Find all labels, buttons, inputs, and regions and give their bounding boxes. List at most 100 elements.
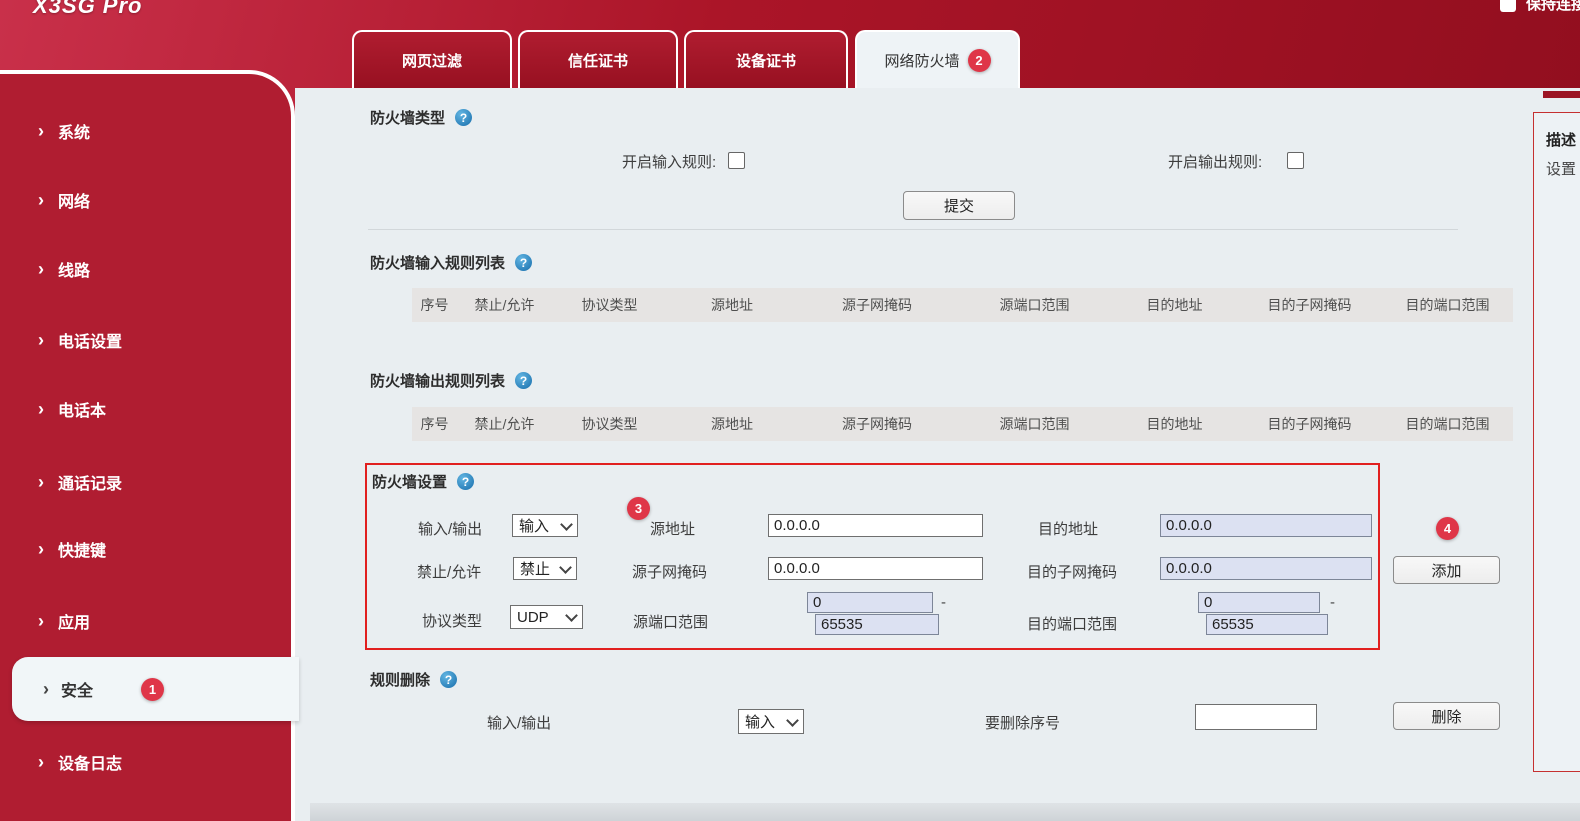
chevron-down-icon	[560, 518, 573, 531]
sidebar-item-call-log[interactable]: ›通话记录	[38, 470, 122, 494]
description-body: 设置	[1546, 158, 1580, 179]
chevron-right-icon: ›	[43, 682, 49, 696]
chevron-down-icon	[786, 714, 799, 727]
tab-device-cert[interactable]: 设备证书	[684, 30, 848, 88]
sidebar-item-label: 系统	[58, 119, 90, 143]
sidebar-item-label: 快捷键	[58, 537, 106, 561]
chevron-down-icon	[565, 609, 578, 622]
column-header: 禁止/允许	[457, 295, 552, 315]
section-firewall-type: 防火墙类型 ?	[370, 107, 472, 128]
enable-input-rules-checkbox[interactable]	[728, 152, 745, 169]
column-header: 目的地址	[1112, 414, 1237, 434]
sidebar-item-phonebook[interactable]: ›电话本	[38, 397, 106, 421]
column-header: 协议类型	[552, 295, 667, 315]
dst-mask-input[interactable]	[1160, 557, 1372, 580]
sidebar-item-phone-settings[interactable]: ›电话设置	[38, 328, 122, 352]
dst-port-start-input[interactable]	[1198, 592, 1320, 613]
delete-io-select[interactable]: 输入	[738, 709, 804, 734]
help-icon[interactable]: ?	[457, 473, 474, 490]
select-value: 禁止	[520, 558, 550, 579]
step-badge-4: 4	[1436, 517, 1459, 540]
tab-label: 信任证书	[568, 50, 628, 71]
column-header: 目的地址	[1112, 295, 1237, 315]
sidebar-item-label: 安全	[61, 677, 93, 701]
chevron-right-icon: ›	[38, 193, 44, 207]
chevron-down-icon	[559, 561, 572, 574]
side-panel-top-bar	[1543, 91, 1580, 98]
step-badge-3: 3	[627, 497, 650, 520]
brand-logo: X3SG Pro	[33, 0, 142, 19]
sidebar-item-label: 设备日志	[58, 750, 122, 774]
dst-address-input[interactable]	[1160, 514, 1372, 537]
section-title: 防火墙类型	[370, 107, 445, 128]
select-value: UDP	[517, 609, 549, 626]
section-title: 防火墙输入规则列表	[370, 252, 505, 273]
section-input-rules: 防火墙输入规则列表 ?	[370, 252, 532, 273]
step-badge-1: 1	[141, 678, 164, 701]
column-header: 目的端口范围	[1382, 295, 1513, 315]
help-icon[interactable]: ?	[455, 109, 472, 126]
column-header: 源地址	[667, 414, 797, 434]
src-mask-label: 源子网掩码	[632, 561, 707, 582]
column-header: 源地址	[667, 295, 797, 315]
keep-online-checkbox[interactable]	[1500, 0, 1516, 12]
sidebar-item-network[interactable]: › 网络	[38, 188, 90, 212]
chevron-right-icon: ›	[38, 124, 44, 138]
sidebar-item-system[interactable]: › 系统	[38, 119, 90, 143]
help-icon[interactable]: ?	[515, 372, 532, 389]
tab-label: 设备证书	[736, 50, 796, 71]
keep-online-control: 保持连接	[1500, 0, 1580, 14]
section-rule-delete: 规则删除 ?	[370, 669, 457, 690]
enable-output-rules-checkbox[interactable]	[1287, 152, 1304, 169]
delete-seq-input[interactable]	[1195, 704, 1317, 730]
chevron-right-icon: ›	[38, 402, 44, 416]
dst-port-end-input[interactable]	[1206, 614, 1328, 635]
protocol-label: 协议类型	[422, 610, 482, 631]
help-icon[interactable]: ?	[440, 671, 457, 688]
sidebar-item-security[interactable]: › 安全 1	[12, 657, 299, 721]
dst-address-label: 目的地址	[1038, 518, 1098, 539]
deny-permit-select[interactable]: 禁止	[513, 557, 577, 580]
submit-button[interactable]: 提交	[903, 191, 1015, 220]
column-header: 协议类型	[552, 414, 667, 434]
chevron-right-icon: ›	[38, 475, 44, 489]
section-title: 规则删除	[370, 669, 430, 690]
column-header: 源端口范围	[957, 295, 1112, 315]
sidebar-item-label: 网络	[58, 188, 90, 212]
delete-button[interactable]: 删除	[1393, 702, 1500, 730]
deny-permit-label: 禁止/允许	[417, 561, 481, 582]
src-address-label: 源地址	[650, 518, 695, 539]
tab-network-firewall[interactable]: 网络防火墙 2	[855, 30, 1020, 88]
protocol-select[interactable]: UDP	[510, 605, 583, 629]
delete-io-label: 输入/输出	[487, 712, 551, 733]
tab-trust-cert[interactable]: 信任证书	[518, 30, 678, 88]
io-direction-label: 输入/输出	[418, 518, 482, 539]
chevron-right-icon: ›	[38, 614, 44, 628]
src-mask-input[interactable]	[768, 557, 983, 580]
src-port-start-input[interactable]	[807, 592, 933, 613]
sidebar-item-apps[interactable]: ›应用	[38, 609, 90, 633]
section-title: 防火墙设置	[372, 471, 447, 492]
io-direction-select[interactable]: 输入	[512, 514, 578, 537]
range-dash: -	[941, 594, 946, 611]
column-header: 源子网掩码	[797, 414, 957, 434]
section-title: 防火墙输出规则列表	[370, 370, 505, 391]
sidebar-item-hotkeys[interactable]: ›快捷键	[38, 537, 106, 561]
sidebar-item-label: 电话设置	[58, 328, 122, 352]
description-panel: 描述 设置	[1533, 112, 1580, 772]
sidebar-item-line[interactable]: ›线路	[38, 257, 90, 281]
enable-input-rules-label: 开启输入规则:	[622, 151, 716, 172]
select-value: 输入	[519, 515, 549, 536]
tab-label: 网络防火墙	[884, 50, 959, 71]
column-header: 序号	[412, 295, 457, 315]
help-icon[interactable]: ?	[515, 254, 532, 271]
sidebar-item-device-log[interactable]: ›设备日志	[38, 750, 122, 774]
column-header: 源端口范围	[957, 414, 1112, 434]
column-header: 禁止/允许	[457, 414, 552, 434]
enable-output-rules-label: 开启输出规则:	[1168, 151, 1262, 172]
src-address-input[interactable]	[768, 514, 983, 537]
add-button[interactable]: 添加	[1393, 556, 1500, 584]
delete-seq-label: 要删除序号	[985, 712, 1060, 733]
src-port-end-input[interactable]	[815, 614, 939, 635]
tab-web-filter[interactable]: 网页过滤	[352, 30, 512, 88]
